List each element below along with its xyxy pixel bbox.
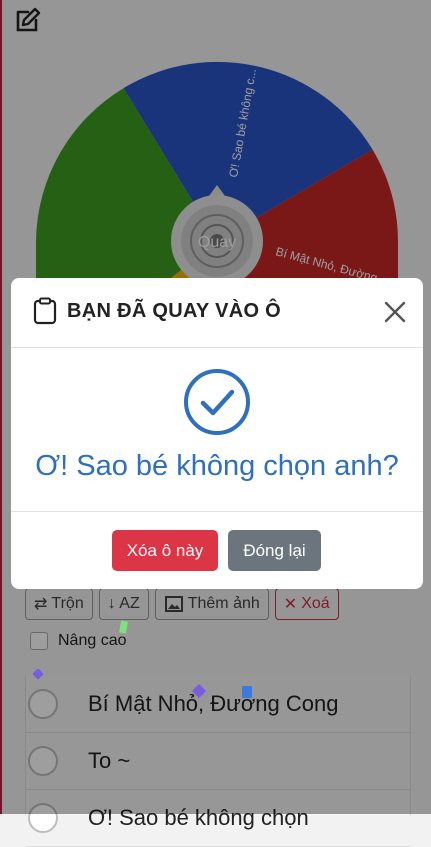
close-icon[interactable]	[383, 300, 407, 324]
delete-entry-button[interactable]: Xóa ô này	[112, 530, 218, 571]
modal-title: BẠN ĐÃ QUAY VÀO Ô	[67, 300, 282, 322]
check-circle-icon	[184, 369, 250, 435]
clipboard-icon	[33, 297, 57, 325]
close-modal-button[interactable]: Đóng lại	[228, 530, 321, 571]
confetti-piece	[242, 686, 252, 698]
result-modal: BẠN ĐÃ QUAY VÀO Ô Ơ! Sao bé không chọn a…	[11, 278, 423, 589]
result-text: Ơ! Sao bé không chọn anh?	[35, 450, 399, 482]
modal-header: BẠN ĐÃ QUAY VÀO Ô	[11, 278, 423, 348]
modal-footer: Xóa ô này Đóng lại	[11, 511, 423, 590]
